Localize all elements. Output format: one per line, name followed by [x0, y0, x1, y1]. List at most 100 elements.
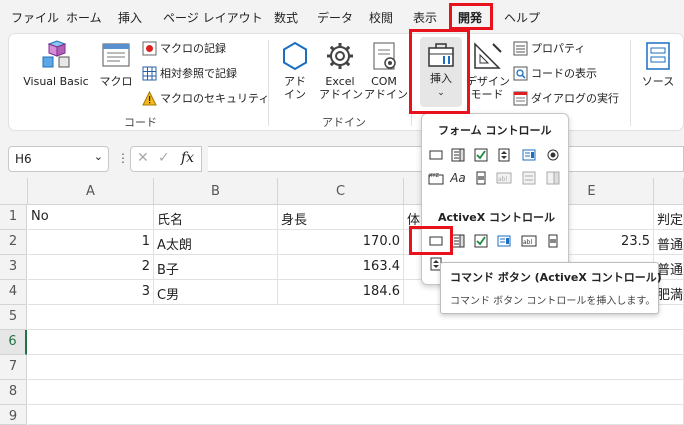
activex-scroll-bar-icon[interactable] [545, 233, 561, 249]
record-macro-button[interactable]: マクロの記録 [142, 40, 226, 56]
view-code-button[interactable]: コードの表示 [513, 65, 597, 81]
activex-text-box-icon[interactable]: abl [521, 233, 537, 249]
excel-addins-button[interactable]: Excel アドイン [319, 40, 363, 101]
addins-button[interactable]: アド イン [278, 40, 312, 101]
svg-text:abl: abl [523, 239, 532, 246]
row-header-selected[interactable]: 6 [0, 330, 27, 355]
cell-a2[interactable]: 1 [28, 230, 154, 255]
column-header-f[interactable] [654, 178, 684, 205]
row-header[interactable]: 9 [0, 405, 27, 425]
tab-help[interactable]: ヘルプ [504, 9, 540, 26]
properties-label: プロパティ [531, 42, 586, 55]
tooltip-description: コマンド ボタン コントロールを挿入します。 [450, 296, 656, 307]
cell-a3[interactable]: 2 [28, 255, 154, 280]
column-header-a[interactable]: A [28, 178, 154, 205]
insert-function-icon[interactable]: fx [181, 150, 194, 166]
row-header[interactable]: 5 [0, 305, 27, 330]
select-all-corner[interactable] [0, 178, 28, 205]
xml-source-icon [646, 42, 670, 70]
visual-basic-button[interactable]: Visual Basic [20, 40, 92, 88]
form-combo-list-icon[interactable] [521, 170, 537, 186]
row-header[interactable]: 7 [0, 355, 27, 380]
record-macro-icon [142, 41, 157, 55]
addins-label-line1: アド [284, 75, 306, 88]
macro-security-button[interactable]: マクロのセキュリティ [142, 90, 269, 106]
activex-combo-box-icon[interactable] [450, 233, 466, 249]
relative-reference-button[interactable]: 相対参照で記録 [142, 65, 237, 81]
properties-button[interactable]: プロパティ [513, 40, 585, 56]
cell-c4[interactable]: 184.6 [278, 280, 404, 305]
code-group-label: コード [124, 116, 157, 129]
gear-icon [327, 43, 353, 69]
tab-page-layout[interactable]: ページ レイアウト [163, 9, 263, 26]
cell-c2[interactable]: 170.0 [278, 230, 404, 255]
cell-a4[interactable]: 3 [28, 280, 154, 305]
row-header[interactable]: 8 [0, 380, 27, 405]
excel-addins-label-line1: Excel [325, 75, 355, 88]
form-combo-box-icon[interactable] [450, 147, 466, 163]
tab-formulas[interactable]: 数式 [274, 9, 298, 26]
chevron-down-icon: ⌄ [437, 88, 445, 98]
row-header[interactable]: 4 [0, 280, 27, 305]
more-options-icon[interactable]: ⋮ [117, 151, 129, 165]
macro-button[interactable]: マクロ [98, 40, 134, 88]
activex-checkbox-icon[interactable] [473, 233, 489, 249]
cell-b4[interactable]: C男 [154, 280, 278, 305]
cell-c3[interactable]: 163.4 [278, 255, 404, 280]
design-mode-label-line2: モード [470, 88, 504, 101]
tab-home[interactable]: ホーム [66, 9, 102, 26]
activex-list-box-icon[interactable] [496, 233, 512, 249]
form-list-box-icon[interactable] [521, 147, 537, 163]
excel-addins-label-line2: アドイン [319, 88, 363, 101]
form-text-field-icon[interactable]: abl [496, 170, 512, 186]
cell-a1[interactable]: No [28, 205, 154, 230]
form-group-box-icon[interactable]: XYZ [428, 170, 444, 186]
form-option-button-icon[interactable] [545, 147, 561, 163]
com-addins-label-line2: アドイン [364, 88, 408, 101]
cell-b1[interactable]: 氏名 [154, 205, 278, 230]
row-header[interactable]: 2 [0, 230, 27, 255]
group-separator [630, 40, 631, 126]
empty-row[interactable] [28, 330, 684, 355]
cell-b2[interactable]: A太朗 [154, 230, 278, 255]
empty-row[interactable] [28, 405, 684, 425]
form-checkbox-icon[interactable] [473, 147, 489, 163]
tab-view[interactable]: 表示 [413, 9, 437, 26]
cell-c1[interactable]: 身長 [278, 205, 404, 230]
empty-row[interactable] [28, 380, 684, 405]
xml-source-button[interactable]: ソース [640, 40, 676, 88]
tab-data[interactable]: データ [317, 9, 353, 26]
form-combo-dropdown-icon[interactable] [545, 170, 561, 186]
form-label-icon[interactable]: Aa [450, 170, 466, 186]
column-header-b[interactable]: B [154, 178, 278, 205]
run-dialog-button[interactable]: ダイアログの実行 [513, 90, 619, 106]
row-header[interactable]: 3 [0, 255, 27, 280]
form-spin-button-icon[interactable] [496, 147, 512, 163]
group-separator [268, 40, 269, 126]
cell-f2[interactable]: 普通 [654, 230, 684, 255]
tab-file[interactable]: ファイル [11, 9, 59, 26]
tab-developer[interactable]: 開発 [458, 9, 482, 26]
view-code-icon [513, 66, 528, 80]
name-box[interactable]: H6 ⌄ [8, 146, 109, 172]
visual-basic-icon [42, 40, 70, 68]
column-header-c[interactable]: C [278, 178, 404, 205]
chevron-down-icon[interactable]: ⌄ [94, 150, 103, 163]
form-button-icon[interactable] [428, 147, 444, 163]
macro-label: マクロ [99, 75, 133, 88]
tab-review[interactable]: 校閲 [369, 9, 393, 26]
form-scroll-bar-icon[interactable] [473, 170, 489, 186]
design-mode-button[interactable]: デザイン モード [466, 40, 510, 101]
tab-insert[interactable]: 挿入 [118, 9, 142, 26]
confirm-icon[interactable]: ✓ [158, 150, 170, 166]
macro-security-label: マクロのセキュリティ [160, 92, 270, 105]
cell-b3[interactable]: B子 [154, 255, 278, 280]
cell-f1[interactable]: 判定 [654, 205, 684, 230]
activex-command-button-icon[interactable] [428, 233, 444, 249]
com-addins-label-line1: COM [371, 75, 397, 88]
insert-control-button[interactable]: 挿入 ⌄ [420, 37, 462, 107]
row-header[interactable]: 1 [0, 205, 27, 230]
cancel-icon[interactable]: ✕ [137, 150, 149, 166]
empty-row[interactable] [28, 355, 684, 380]
com-addins-button[interactable]: COM アドイン [364, 40, 408, 101]
